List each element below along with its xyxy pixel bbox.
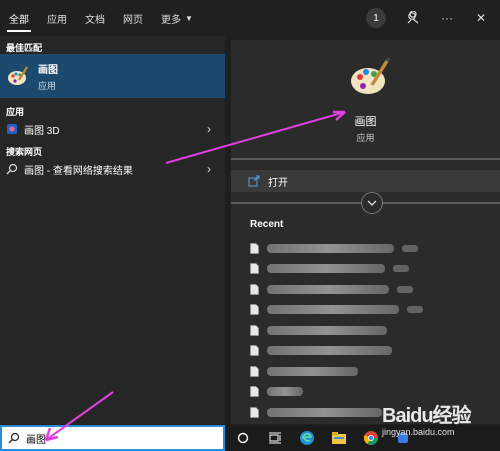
tab-all-label: 全部 bbox=[9, 14, 29, 26]
tab-apps[interactable]: 应用 bbox=[38, 0, 76, 36]
tab-web-label: 网页 bbox=[123, 14, 143, 26]
task-view-icon[interactable] bbox=[265, 428, 285, 448]
recent-item-name-redacted bbox=[267, 346, 392, 356]
preview-app-title: 画图 bbox=[354, 116, 377, 128]
tab-web[interactable]: 网页 bbox=[114, 0, 152, 36]
recent-item-name-redacted bbox=[267, 407, 382, 417]
paint-app-large-icon bbox=[351, 57, 391, 94]
recent-item-name-redacted bbox=[267, 284, 389, 294]
preview-app-subtitle: 应用 bbox=[356, 133, 375, 143]
recent-item-extra-redacted bbox=[393, 265, 409, 273]
file-icon bbox=[250, 263, 259, 275]
recent-item-name-redacted bbox=[267, 305, 399, 315]
open-label: 打开 bbox=[268, 177, 288, 189]
recent-item-extra-redacted bbox=[397, 285, 413, 293]
chrome-browser-icon[interactable] bbox=[361, 428, 381, 448]
tab-documents[interactable]: 文档 bbox=[76, 0, 114, 36]
open-icon bbox=[248, 175, 260, 187]
tab-all[interactable]: 全部 bbox=[0, 0, 38, 36]
app-result-label: 画图 3D bbox=[24, 125, 60, 137]
recent-item[interactable] bbox=[250, 300, 490, 321]
rewards-badge[interactable]: 1 bbox=[366, 8, 386, 28]
taskbar bbox=[225, 425, 500, 451]
expand-chevron-icon[interactable] bbox=[361, 192, 383, 214]
recent-item-name-redacted bbox=[267, 243, 394, 253]
recent-item[interactable] bbox=[250, 320, 490, 341]
search-box[interactable] bbox=[0, 425, 225, 451]
best-match-title: 画图 bbox=[38, 64, 58, 76]
file-icon bbox=[250, 406, 259, 418]
chevron-right-icon[interactable]: › bbox=[207, 162, 211, 176]
recent-item-extra-redacted bbox=[407, 306, 423, 314]
recent-item-name-redacted bbox=[267, 387, 303, 397]
search-icon bbox=[8, 432, 20, 444]
file-icon bbox=[250, 324, 259, 336]
feedback-icon[interactable] bbox=[404, 9, 422, 27]
file-icon bbox=[250, 242, 259, 254]
tab-more-label: 更多 bbox=[161, 14, 181, 26]
web-search-header: 搜索网页 bbox=[6, 147, 43, 157]
results-list: 最佳匹配 画图 应用 应用 画图 3D › 搜索网页 画图 - 查看网络搜索结果… bbox=[0, 36, 225, 424]
file-explorer-icon[interactable] bbox=[329, 428, 349, 448]
file-icon bbox=[250, 283, 259, 295]
best-match-subtitle: 应用 bbox=[38, 80, 57, 91]
web-result-label: 画图 - 查看网络搜索结果 bbox=[24, 165, 133, 177]
web-result-item[interactable]: 画图 - 查看网络搜索结果 › bbox=[0, 158, 225, 180]
chevron-right-icon[interactable]: › bbox=[207, 122, 211, 136]
recent-item-name-redacted bbox=[267, 366, 358, 376]
recent-item[interactable] bbox=[250, 279, 490, 300]
file-icon bbox=[250, 365, 259, 377]
tab-more[interactable]: 更多 ▼ bbox=[152, 0, 202, 36]
recent-header: Recent bbox=[250, 219, 284, 230]
file-icon bbox=[250, 304, 259, 316]
search-input[interactable] bbox=[26, 432, 206, 444]
caret-down-icon: ▼ bbox=[185, 13, 193, 23]
paint-3d-icon bbox=[7, 124, 17, 134]
recent-item[interactable] bbox=[250, 361, 490, 382]
top-filter-bar: 全部 应用 文档 网页 更多 ▼ 1 ··· ✕ bbox=[0, 0, 500, 36]
recent-item[interactable] bbox=[250, 238, 490, 259]
recent-item[interactable] bbox=[250, 341, 490, 362]
best-match-header: 最佳匹配 bbox=[6, 43, 43, 53]
divider bbox=[231, 158, 500, 160]
app-result-paint-3d[interactable]: 画图 3D › bbox=[0, 118, 225, 140]
open-action[interactable]: 打开 bbox=[231, 170, 500, 192]
recent-item-name-redacted bbox=[267, 264, 385, 274]
recent-item-extra-redacted bbox=[402, 244, 418, 252]
edge-browser-icon[interactable] bbox=[297, 428, 317, 448]
tab-apps-label: 应用 bbox=[47, 14, 67, 26]
apps-header: 应用 bbox=[6, 107, 25, 117]
search-icon bbox=[6, 163, 18, 175]
recent-item-name-redacted bbox=[267, 325, 387, 335]
taskbar-app-icon[interactable] bbox=[393, 428, 413, 448]
recent-item[interactable] bbox=[250, 402, 490, 423]
preview-pane: 画图 应用 打开 Recent bbox=[231, 40, 500, 439]
tab-documents-label: 文档 bbox=[85, 14, 105, 26]
best-match-item[interactable]: 画图 应用 bbox=[0, 54, 225, 98]
cortana-icon[interactable] bbox=[233, 428, 253, 448]
best-match-text: 画图 应用 bbox=[38, 61, 58, 92]
top-right-controls: 1 ··· ✕ bbox=[366, 0, 500, 36]
recent-item[interactable] bbox=[250, 259, 490, 280]
paint-app-icon bbox=[8, 65, 29, 85]
recent-list bbox=[250, 238, 490, 443]
file-icon bbox=[250, 345, 259, 357]
recent-item[interactable] bbox=[250, 382, 490, 403]
more-options-icon[interactable]: ··· bbox=[438, 9, 456, 27]
close-icon[interactable]: ✕ bbox=[472, 9, 490, 27]
rewards-badge-count: 1 bbox=[373, 12, 379, 24]
file-icon bbox=[250, 386, 259, 398]
